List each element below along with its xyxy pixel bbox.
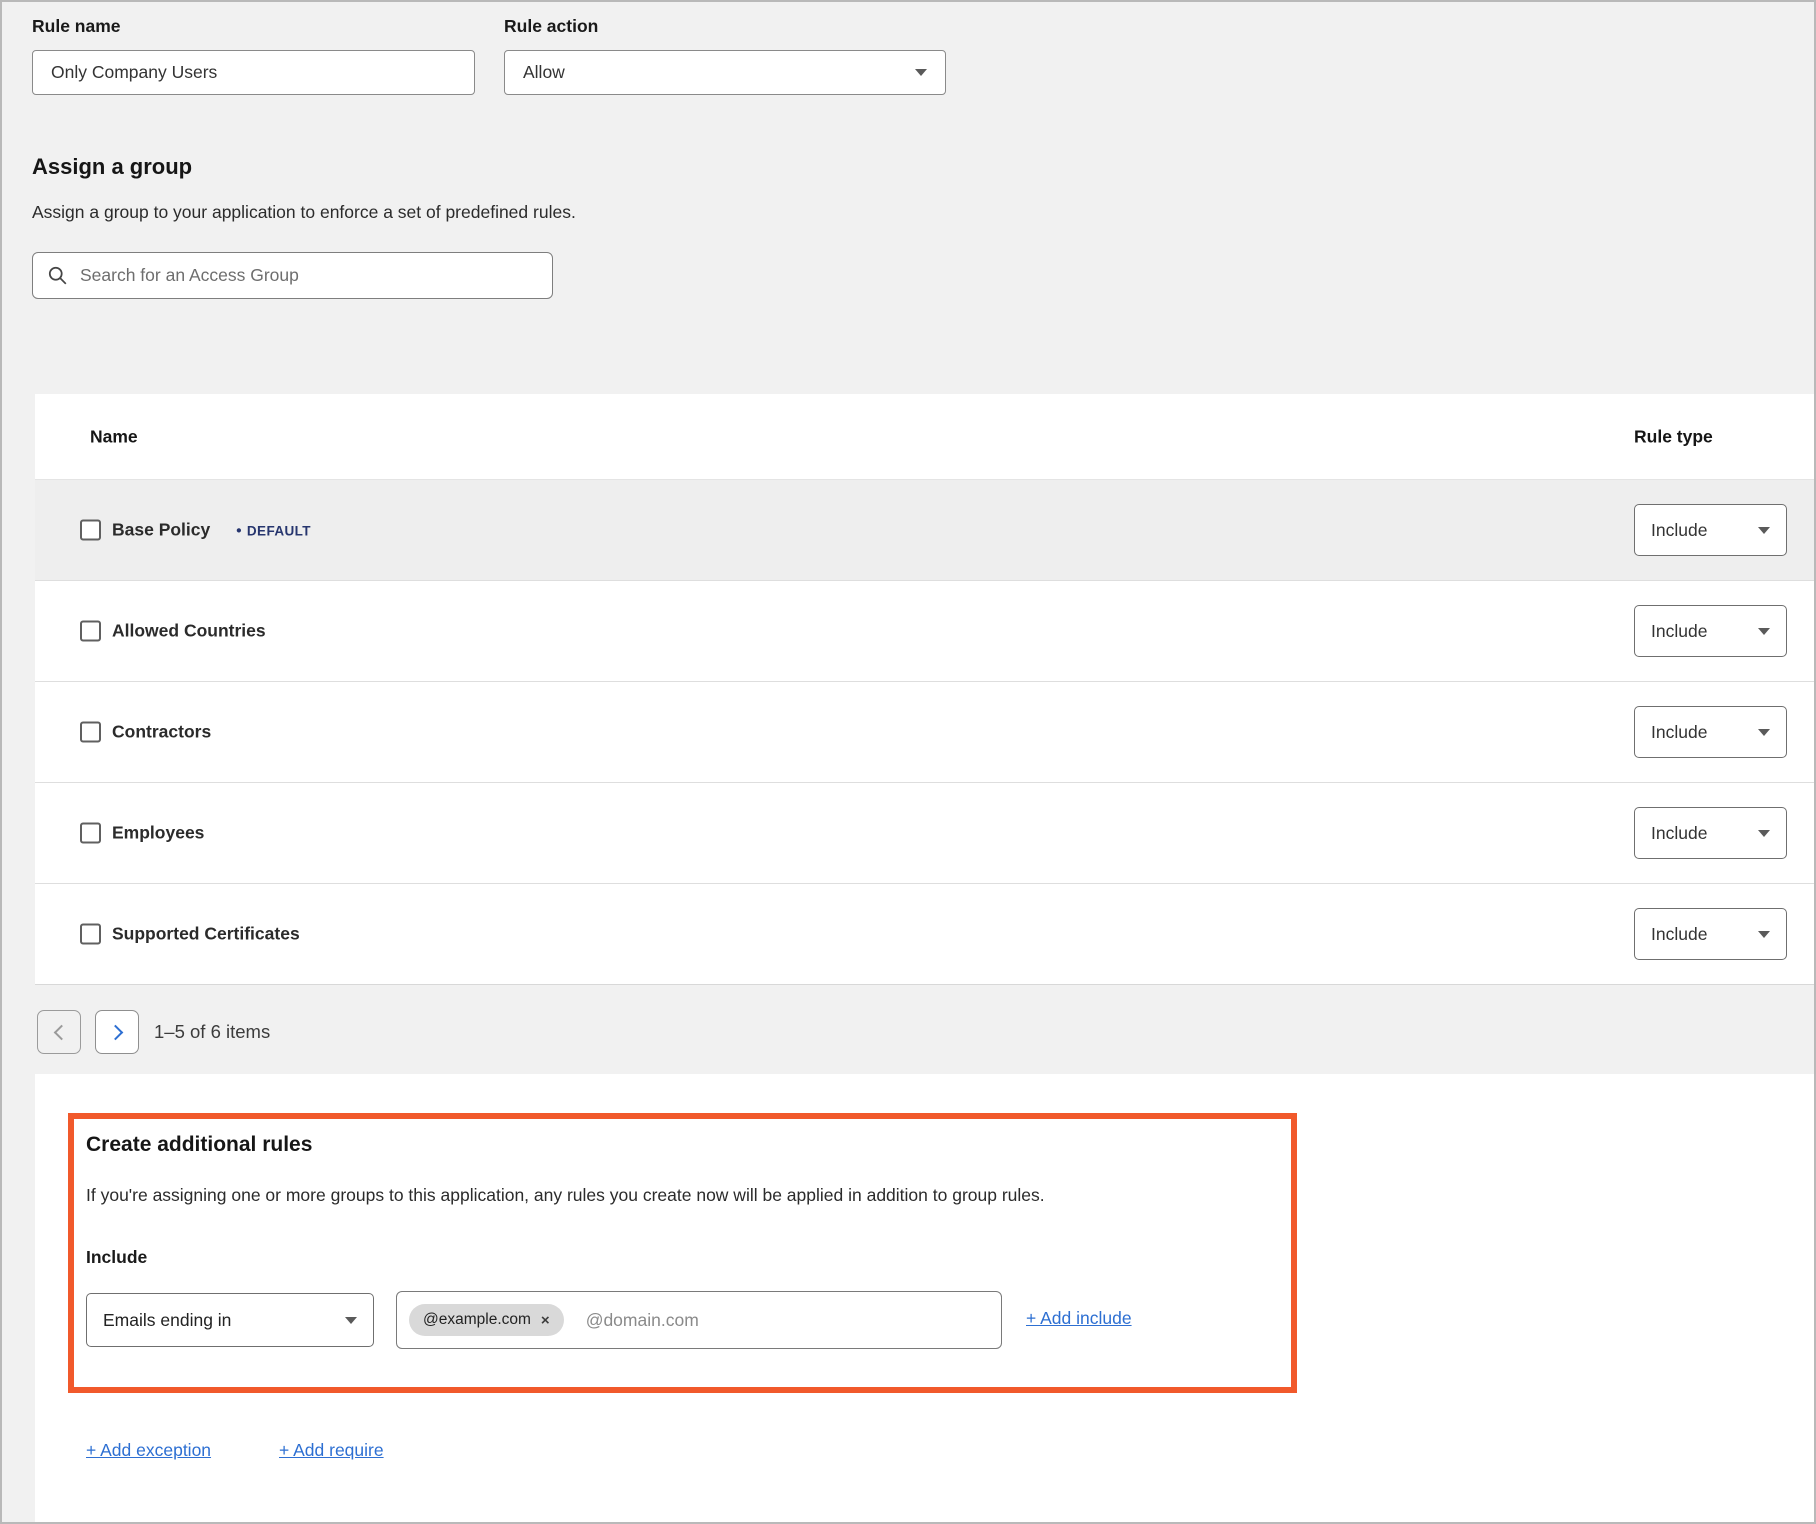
group-name: Supported Certificates <box>112 924 300 945</box>
table-header-row: Name Rule type <box>35 394 1814 479</box>
email-domain-tag: @example.com × <box>409 1304 564 1336</box>
remove-tag-icon[interactable]: × <box>541 1313 550 1328</box>
rule-name-input[interactable] <box>33 51 474 94</box>
next-page-button[interactable] <box>95 1010 139 1054</box>
search-input[interactable] <box>80 253 538 298</box>
group-name: Allowed Countries <box>112 621 266 642</box>
chevron-down-icon <box>1758 527 1770 534</box>
create-additional-rules-description: If you're assigning one or more groups t… <box>86 1185 1045 1206</box>
table-row: Allowed Countries Include <box>35 580 1814 681</box>
row-checkbox[interactable] <box>80 823 101 844</box>
highlight-box: Create additional rules If you're assign… <box>68 1113 1297 1393</box>
group-name: Employees <box>112 823 204 844</box>
chevron-down-icon <box>915 69 927 76</box>
previous-page-button[interactable] <box>37 1010 81 1054</box>
row-checkbox[interactable] <box>80 722 101 743</box>
chevron-down-icon <box>1758 931 1770 938</box>
table-row: Employees Include <box>35 782 1814 883</box>
chevron-down-icon <box>1758 830 1770 837</box>
chevron-down-icon <box>345 1317 357 1324</box>
rule-type-value: Include <box>1651 520 1707 541</box>
pagination-count: 1–5 of 6 items <box>154 1010 270 1054</box>
rule-type-select[interactable]: Include <box>1634 807 1787 859</box>
add-exception-link[interactable]: + Add exception <box>86 1440 211 1461</box>
table-row: Base Policy •DEFAULT Include <box>35 479 1814 580</box>
default-badge: •DEFAULT <box>236 524 311 539</box>
include-label: Include <box>86 1247 147 1268</box>
rule-type-select[interactable]: Include <box>1634 706 1787 758</box>
chevron-down-icon <box>1758 729 1770 736</box>
row-checkbox[interactable] <box>80 520 101 541</box>
access-groups-table: Name Rule type Base Policy •DEFAULT Inclu… <box>35 394 1814 985</box>
create-additional-rules-heading: Create additional rules <box>86 1133 312 1157</box>
chevron-down-icon <box>1758 628 1770 635</box>
group-name: Base Policy <box>112 520 210 540</box>
bullet-icon: • <box>236 523 242 540</box>
rule-action-label: Rule action <box>504 16 598 37</box>
row-checkbox[interactable] <box>80 621 101 642</box>
assign-group-heading: Assign a group <box>32 154 192 180</box>
rule-action-value: Allow <box>523 62 565 83</box>
row-checkbox[interactable] <box>80 924 101 945</box>
table-row: Contractors Include <box>35 681 1814 782</box>
access-rule-page: Rule name Rule action Allow Assign a gro… <box>0 0 1816 1524</box>
rule-type-value: Include <box>1651 823 1707 844</box>
rule-criteria-select[interactable]: Emails ending in <box>86 1293 374 1347</box>
chevron-left-icon <box>53 1024 69 1040</box>
rule-name-label: Rule name <box>32 16 121 37</box>
rule-type-select[interactable]: Include <box>1634 908 1787 960</box>
chevron-right-icon <box>107 1024 123 1040</box>
search-icon <box>47 265 68 286</box>
rule-type-value: Include <box>1651 924 1707 945</box>
tag-label: @example.com <box>423 1311 531 1329</box>
rule-type-select[interactable]: Include <box>1634 605 1787 657</box>
rule-type-select[interactable]: Include <box>1634 504 1787 556</box>
rule-action-select[interactable]: Allow <box>504 50 946 95</box>
additional-rules-card: Create additional rules If you're assign… <box>35 1074 1814 1524</box>
rule-criteria-value: Emails ending in <box>103 1310 231 1331</box>
group-name: Contractors <box>112 722 211 743</box>
rule-type-value: Include <box>1651 722 1707 743</box>
rule-type-column-header: Rule type <box>1634 426 1713 447</box>
access-group-search-wrap <box>32 252 553 299</box>
email-domain-input[interactable] <box>586 1292 989 1348</box>
table-row: Supported Certificates Include <box>35 883 1814 984</box>
add-require-link[interactable]: + Add require <box>279 1440 384 1461</box>
add-include-link[interactable]: + Add include <box>1026 1308 1132 1329</box>
rule-type-value: Include <box>1651 621 1707 642</box>
assign-group-description: Assign a group to your application to en… <box>32 202 576 223</box>
name-column-header: Name <box>90 426 138 447</box>
rule-name-field-wrap <box>32 50 475 95</box>
email-domains-input-wrap: @example.com × <box>396 1291 1002 1349</box>
